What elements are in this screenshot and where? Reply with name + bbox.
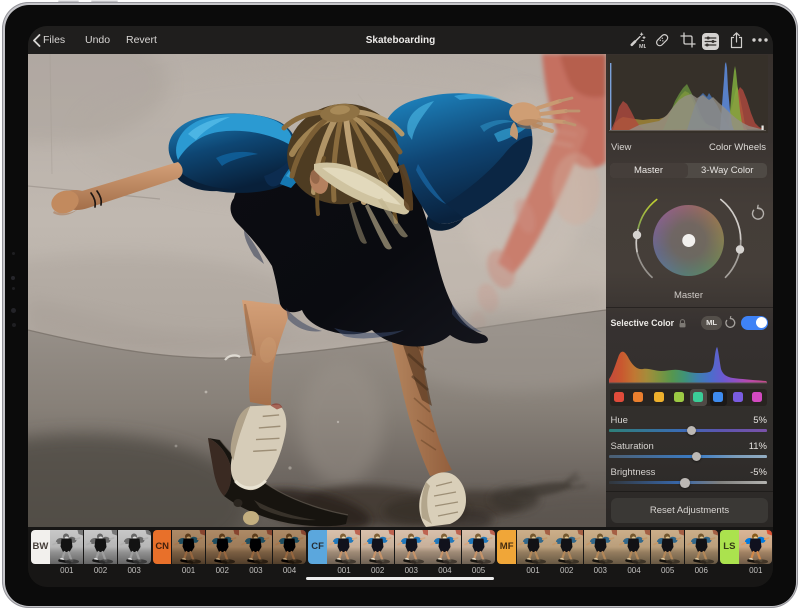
svg-text:ML: ML [639,44,646,49]
